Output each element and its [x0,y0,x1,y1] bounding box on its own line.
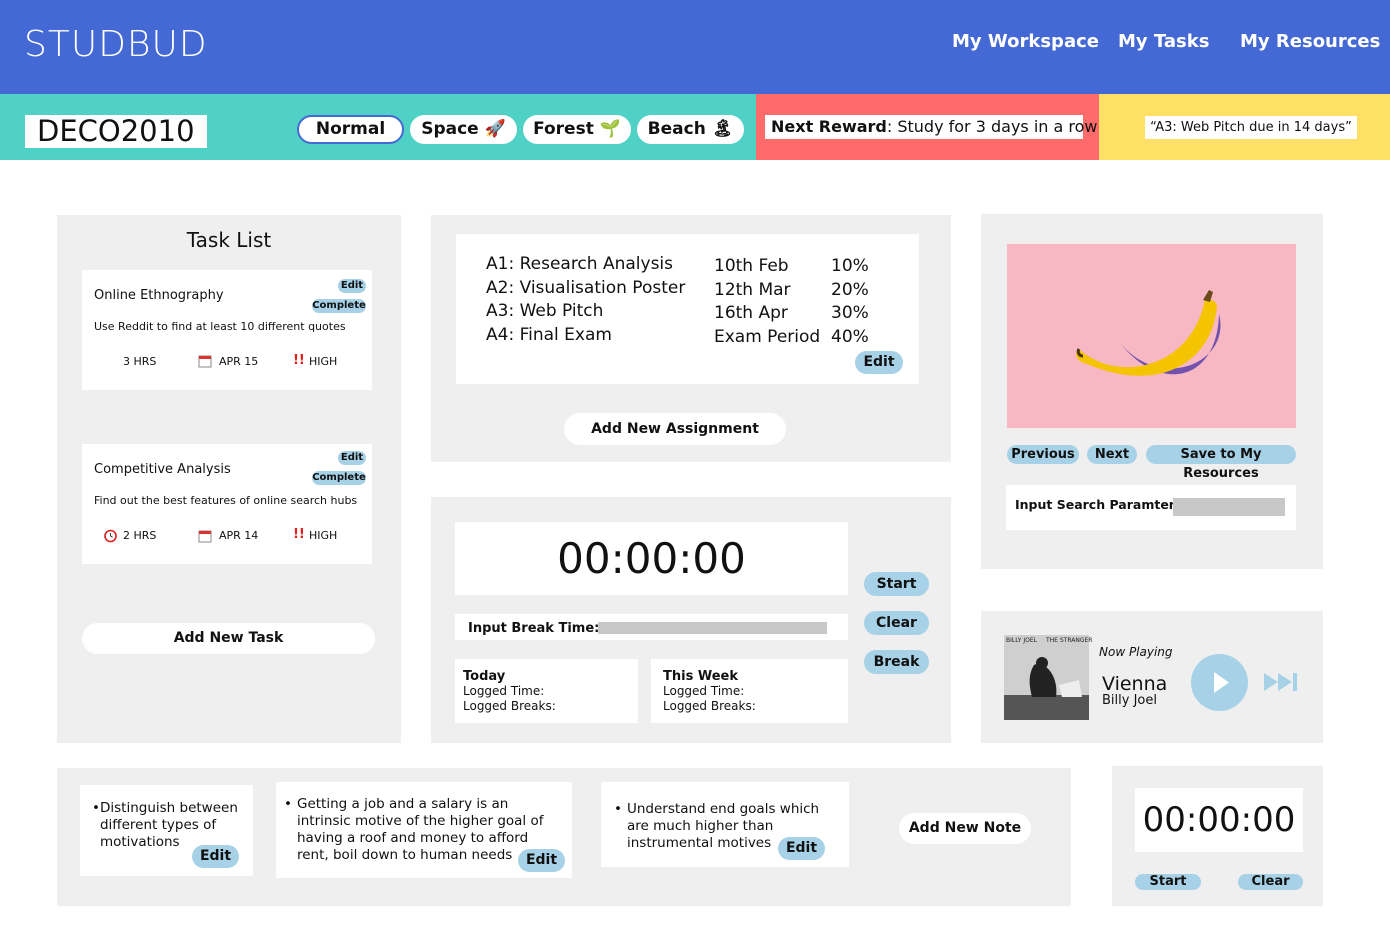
task-edit-button[interactable]: Edit [338,279,366,293]
assignment-weight: 30% [831,303,869,323]
assignment-weight: 40% [831,326,869,347]
note-text: Distinguish between different types of m… [99,800,238,850]
break-time-label: Input Break Time: [468,621,600,636]
resource-image [1007,244,1296,428]
brand-logo[interactable]: STUDBUD [24,24,208,65]
priority-icon: !! [293,353,305,368]
task-title: Competitive Analysis [94,462,231,477]
task-description: Find out the best features of online sea… [94,494,358,507]
assignment-dates: 10th Feb 12th Mar 16th Apr Exam Period [714,255,820,349]
today-title: Today [463,669,506,684]
mini-timer-display: 00:00:00 [1135,788,1303,852]
search-label: Input Search Paramter: [1015,497,1180,512]
note-edit-button[interactable]: Edit [518,849,565,872]
alarm-clock-icon [103,528,118,543]
assignment-weight: 20% [831,279,869,300]
assignment-names: A1: Research Analysis A2: Visualisation … [486,253,685,347]
track-artist: Billy Joel [1102,693,1157,708]
week-title: This Week [663,669,738,684]
theme-forest-button[interactable]: Forest 🌱 [523,115,631,144]
task-list-title: Task List [186,228,272,252]
skip-forward-icon [1264,673,1297,691]
album-title-text: THE STRANGER [1046,637,1093,644]
banana-icon [1076,290,1221,376]
play-icon [1214,672,1229,693]
assignment-date: Exam Period [714,326,821,347]
task-hours: 2 HRS [123,529,157,542]
task-due-date: APR 14 [219,529,259,542]
week-logged-breaks: Logged Breaks: [663,699,756,713]
save-to-resources-button[interactable]: Save to My Resources [1146,445,1296,481]
album-artist-text: BILLY JOEL [1006,637,1037,644]
island-icon: 🏝 [711,119,734,139]
nav-my-tasks[interactable]: My Tasks [1118,31,1209,52]
task-title: Online Ethnography [94,288,224,303]
assignment-name: A4: Final Exam [486,324,612,345]
task-hours: 3 HRS [123,355,157,368]
mini-timer-clear-button[interactable]: Clear [1238,874,1303,890]
break-time-input[interactable] [598,622,827,634]
assignment-name: A1: Research Analysis [486,254,673,274]
task-complete-button[interactable]: Complete [312,471,366,485]
mini-timer-start-button[interactable]: Start [1135,874,1201,890]
assignment-weights: 10% 20% 30% 40% [831,255,869,349]
skip-forward-button[interactable] [1262,670,1300,694]
task-edit-button[interactable]: Edit [338,451,366,465]
timer-clear-button[interactable]: Clear [864,611,929,635]
timer-break-button[interactable]: Break [864,650,929,674]
theme-beach-button[interactable]: Beach 🏝 [637,115,744,144]
theme-space-button[interactable]: Space 🚀 [410,115,517,144]
note-edit-button[interactable]: Edit [192,845,239,868]
assignment-date: 12th Mar [714,279,791,300]
search-input[interactable] [1173,498,1285,516]
theme-normal-button[interactable]: Normal [297,115,404,144]
rocket-icon: 🚀 [484,119,506,139]
previous-resource-button[interactable]: Previous [1007,445,1079,464]
assignment-name: A3: Web Pitch [486,301,604,321]
next-resource-button[interactable]: Next [1087,445,1137,464]
add-new-note-button[interactable]: Add New Note [899,813,1031,844]
task-priority: HIGH [309,355,338,368]
assignments-edit-button[interactable]: Edit [855,351,903,374]
now-playing-label: Now Playing [1099,645,1173,659]
add-new-assignment-button[interactable]: Add New Assignment [564,413,786,445]
assignment-weight: 10% [831,256,869,276]
add-new-task-button[interactable]: Add New Task [82,623,375,654]
note-edit-button[interactable]: Edit [778,837,825,860]
task-due-date: APR 15 [219,355,259,368]
next-reward: Next Reward: Study for 3 days in a row [765,115,1098,139]
priority-icon: !! [293,527,305,542]
assignment-name: A2: Visualisation Poster [486,277,686,298]
play-button[interactable] [1191,654,1248,711]
assignment-date: 16th Apr [714,303,788,323]
deadline-reminder: “A3: Web Pitch due in 14 days” [1145,116,1357,139]
calendar-icon [198,528,212,543]
today-logged-time: Logged Time: [463,684,545,698]
timer-display: 00:00:00 [455,522,848,595]
timer-start-button[interactable]: Start [864,572,929,596]
track-title: Vienna [1102,673,1168,695]
seedling-icon: 🌱 [599,119,621,139]
nav-my-workspace[interactable]: My Workspace [952,31,1099,52]
nav-my-resources[interactable]: My Resources [1240,31,1380,52]
album-cover [1004,635,1089,720]
calendar-icon [198,354,212,368]
week-logged-time: Logged Time: [663,684,745,698]
assignment-date: 10th Feb [714,256,789,276]
task-description: Use Reddit to find at least 10 different… [94,320,346,333]
task-priority: HIGH [309,529,338,542]
course-code: DECO2010 [25,115,207,148]
task-complete-button[interactable]: Complete [312,299,366,313]
today-logged-breaks: Logged Breaks: [463,699,556,713]
